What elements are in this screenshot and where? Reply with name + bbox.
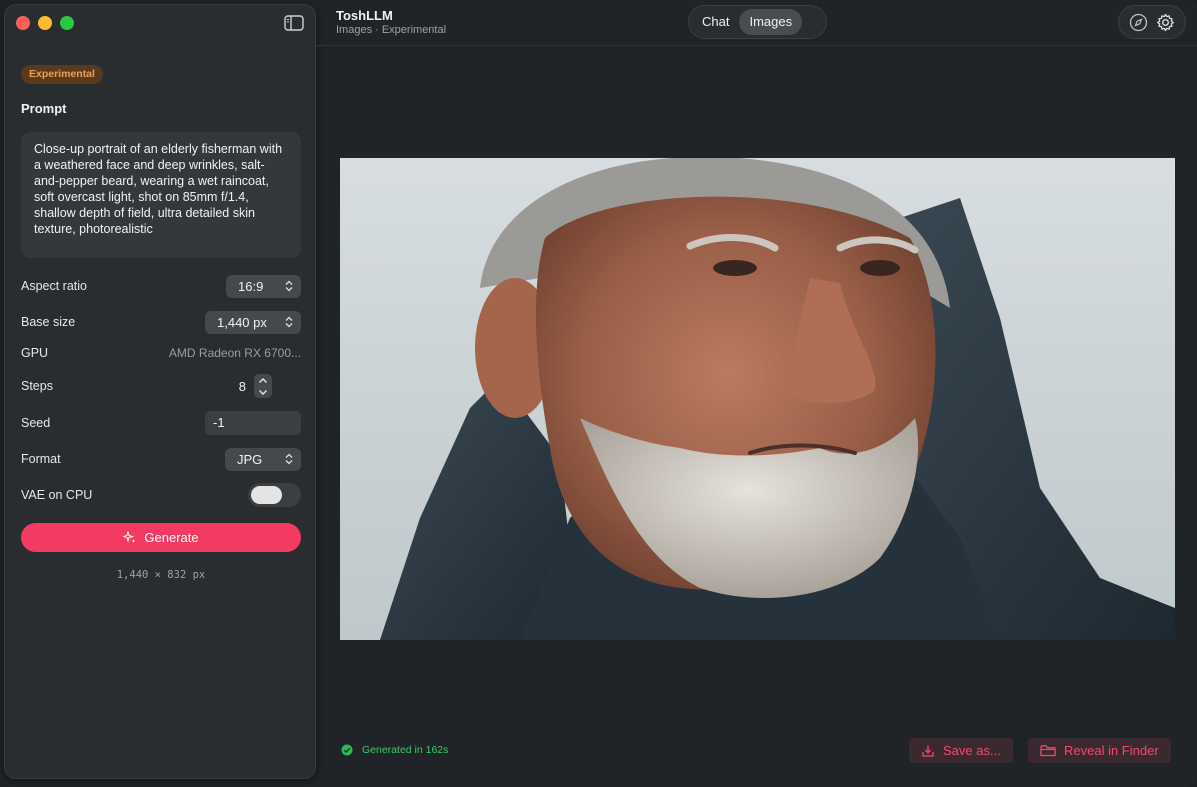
download-tray-icon: [922, 745, 934, 757]
seed-row: Seed -1: [21, 411, 301, 435]
generate-button[interactable]: Generate: [21, 523, 301, 552]
minimize-window-button[interactable]: [38, 16, 52, 30]
format-label: Format: [21, 452, 61, 466]
generate-label: Generate: [144, 530, 199, 545]
gpu-label: GPU: [21, 346, 49, 360]
base-size-select[interactable]: 1,440 px: [205, 310, 301, 334]
vae-on-cpu-toggle[interactable]: [248, 483, 301, 507]
gear-icon[interactable]: [1156, 13, 1175, 32]
aspect-ratio-select[interactable]: 16:9: [226, 274, 301, 298]
steps-row: Steps 8: [21, 374, 301, 398]
app-window: Experimental Prompt Close-up portrait of…: [0, 0, 1197, 787]
output-dimensions: 1,440 × 832 px: [116, 569, 206, 581]
gpu-row: GPU AMD Radeon RX 6700...: [21, 341, 301, 365]
chevron-updown-icon: [285, 453, 293, 465]
generation-status: Generated in 162s: [341, 744, 448, 756]
gpu-value: AMD Radeon RX 6700...: [168, 346, 301, 360]
fisherman-portrait-image: [340, 158, 1175, 640]
aspect-ratio-label: Aspect ratio: [21, 279, 88, 293]
reveal-in-finder-button[interactable]: Reveal in Finder: [1028, 738, 1171, 763]
tab-images[interactable]: Images: [739, 9, 803, 35]
app-subtitle: Images · Experimental: [336, 24, 447, 36]
steps-label: Steps: [21, 379, 53, 393]
format-select[interactable]: JPG: [225, 447, 301, 471]
zoom-window-button[interactable]: [60, 16, 74, 30]
chevron-up-icon[interactable]: [258, 377, 268, 384]
base-size-label: Base size: [21, 315, 76, 329]
header: ToshLLM Images · Experimental Chat Image…: [316, 0, 1197, 46]
sparkle-icon: [123, 531, 136, 543]
status-text: Generated in 162s: [362, 744, 449, 756]
prompt-textarea[interactable]: Close-up portrait of an elderly fisherma…: [21, 132, 301, 258]
chevron-updown-icon: [285, 280, 293, 292]
aspect-ratio-row: Aspect ratio 16:9: [21, 274, 301, 298]
steps-stepper[interactable]: [254, 374, 272, 398]
vae-row: VAE on CPU: [21, 483, 301, 507]
experimental-badge: Experimental: [21, 65, 103, 84]
close-window-button[interactable]: [16, 16, 30, 30]
steps-value: 8: [238, 378, 246, 394]
vae-on-cpu-label: VAE on CPU: [21, 488, 93, 502]
window-controls: [16, 16, 74, 30]
reveal-in-finder-label: Reveal in Finder: [1064, 743, 1159, 758]
checkmark-circle-icon: [341, 744, 353, 756]
aspect-ratio-value: 16:9: [238, 278, 264, 294]
format-value: JPG: [237, 451, 263, 467]
base-size-value: 1,440 px: [217, 314, 267, 330]
header-icon-group: [1118, 5, 1186, 39]
base-size-row: Base size 1,440 px: [21, 310, 301, 334]
prompt-label: Prompt: [21, 101, 67, 116]
mode-segmented-control: Chat Images: [688, 5, 827, 39]
tab-chat[interactable]: Chat: [692, 9, 739, 35]
save-as-button[interactable]: Save as...: [909, 738, 1013, 763]
chevron-down-icon[interactable]: [258, 389, 268, 396]
compass-icon[interactable]: [1129, 13, 1148, 32]
app-title: ToshLLM: [336, 8, 393, 23]
sidebar: Experimental Prompt Close-up portrait of…: [4, 4, 316, 779]
save-as-label: Save as...: [943, 743, 1001, 758]
generated-image: [340, 158, 1175, 640]
format-row: Format JPG: [21, 447, 301, 471]
seed-label: Seed: [21, 416, 51, 430]
sidebar-toggle-icon[interactable]: [283, 14, 305, 32]
seed-input[interactable]: -1: [205, 411, 301, 435]
chevron-updown-icon: [285, 316, 293, 328]
folder-icon: [1040, 745, 1056, 757]
